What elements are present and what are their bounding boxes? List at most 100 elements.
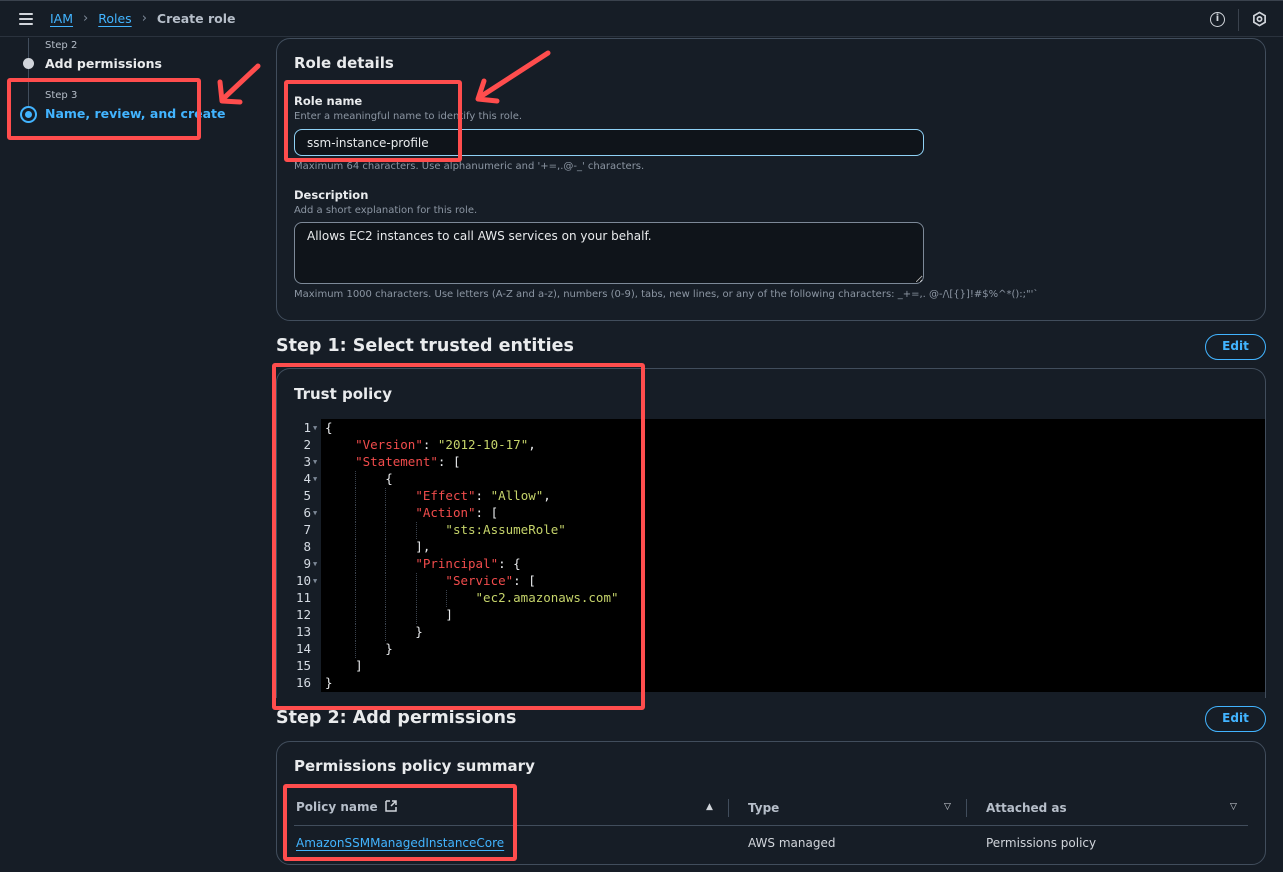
code-line: ] xyxy=(325,607,453,622)
line-number: 13 xyxy=(295,624,311,639)
role-name-constraint: Maximum 64 characters. Use alphanumeric … xyxy=(294,161,645,172)
role-name-input[interactable] xyxy=(294,129,924,156)
column-header-type[interactable]: Type xyxy=(748,801,779,815)
indent-guide xyxy=(385,607,387,624)
policy-name-header-label: Policy name xyxy=(296,800,378,814)
step1-heading: Step 1: Select trusted entities xyxy=(276,336,574,356)
role-name-description: Enter a meaningful name to identify this… xyxy=(294,111,523,122)
indent-guide xyxy=(385,624,387,641)
menu-icon[interactable] xyxy=(19,13,33,25)
breadcrumb-iam[interactable]: IAM xyxy=(50,11,73,26)
external-link-icon xyxy=(385,800,397,812)
indent-guide xyxy=(445,590,447,607)
indent-guide xyxy=(415,607,417,624)
line-number: 15 xyxy=(295,658,311,673)
line-number: 5 xyxy=(303,488,311,503)
line-number: 3 xyxy=(303,454,311,469)
column-header-attached-as[interactable]: Attached as xyxy=(986,801,1067,815)
line-number: 16 xyxy=(295,675,311,690)
code-line: ] xyxy=(325,658,363,673)
trust-policy-title: Trust policy xyxy=(294,385,392,403)
policy-type-cell: AWS managed xyxy=(748,836,836,850)
indent-guide xyxy=(355,505,357,522)
indent-guide xyxy=(385,556,387,573)
fold-toggle-icon[interactable]: ▼ xyxy=(313,458,317,466)
attached-as-cell: Permissions policy xyxy=(986,836,1097,850)
description-textarea[interactable]: Allows EC2 instances to call AWS service… xyxy=(294,222,924,284)
nav-step-3-label: Step 3 xyxy=(45,90,78,101)
chevron-right-icon: › xyxy=(83,11,89,26)
indent-guide xyxy=(415,573,417,590)
line-number: 10 xyxy=(295,573,311,588)
indent-guide xyxy=(355,624,357,641)
code-line: { xyxy=(325,420,333,435)
role-details-title: Role details xyxy=(294,54,394,72)
chevron-right-icon: › xyxy=(141,11,147,26)
breadcrumb-roles[interactable]: Roles xyxy=(98,11,131,26)
sort-icon[interactable]: ▽ xyxy=(944,802,951,812)
description-hint: Add a short explanation for this role. xyxy=(294,205,478,216)
description-label: Description xyxy=(294,188,369,202)
line-number: 12 xyxy=(295,607,311,622)
indent-guide xyxy=(385,590,387,607)
code-line: { xyxy=(325,471,393,486)
fold-toggle-icon[interactable]: ▼ xyxy=(313,509,317,517)
code-line: "Effect": "Allow", xyxy=(415,488,551,503)
code-line: "sts:AssumeRole" xyxy=(445,522,566,537)
info-icon[interactable]: i xyxy=(1210,12,1225,27)
line-number: 2 xyxy=(303,437,311,452)
nav-step-add-permissions[interactable]: Add permissions xyxy=(45,56,162,71)
step-active-dot-icon xyxy=(20,106,37,123)
indent-guide xyxy=(355,641,357,658)
column-header-policy-name[interactable]: Policy name xyxy=(296,800,397,814)
trust-policy-code-editor[interactable]: 1 ▼{2 "Version": "2012-10-17", 3 ▼ "Stateme… xyxy=(287,419,1265,692)
column-divider xyxy=(728,799,729,817)
code-line: "Action": [ xyxy=(415,505,499,520)
code-line: } xyxy=(325,641,393,656)
line-number: 8 xyxy=(303,539,311,554)
sort-ascending-icon[interactable]: ▲ xyxy=(706,802,713,812)
nav-step-name-review-create[interactable]: Name, review, and create xyxy=(45,106,225,121)
indent-guide xyxy=(355,556,357,573)
indent-guide xyxy=(355,573,357,590)
code-line: } xyxy=(325,624,423,639)
code-line: "Statement": [ xyxy=(355,454,461,469)
edit-step2-button[interactable]: Edit xyxy=(1205,706,1266,732)
line-number: 14 xyxy=(295,641,311,656)
indent-guide xyxy=(385,505,387,522)
policy-name-link[interactable]: AmazonSSMManagedInstanceCore xyxy=(296,836,504,850)
indent-guide xyxy=(385,522,387,539)
indent-guide xyxy=(355,590,357,607)
breadcrumb-current: Create role xyxy=(156,11,236,26)
fold-toggle-icon[interactable]: ▼ xyxy=(313,577,317,585)
indent-guide xyxy=(415,590,417,607)
indent-guide xyxy=(355,488,357,505)
step2-heading: Step 2: Add permissions xyxy=(276,708,517,728)
settings-icon[interactable] xyxy=(1252,11,1267,27)
fold-toggle-icon[interactable]: ▼ xyxy=(313,560,317,568)
code-line: "Service": [ xyxy=(445,573,536,588)
description-constraint: Maximum 1000 characters. Use letters (A-… xyxy=(294,289,1039,300)
indent-guide xyxy=(355,539,357,556)
line-number: 6 xyxy=(303,505,311,520)
line-number: 9 xyxy=(303,556,311,571)
edit-step1-button[interactable]: Edit xyxy=(1205,334,1266,360)
breadcrumb: IAM › Roles › Create role xyxy=(50,11,235,26)
fold-toggle-icon[interactable]: ▼ xyxy=(313,475,317,483)
indent-guide xyxy=(385,488,387,505)
code-line: } xyxy=(325,675,333,690)
line-number: 1 xyxy=(303,420,311,435)
code-line: ], xyxy=(325,539,431,554)
role-name-label: Role name xyxy=(294,94,363,108)
sort-icon[interactable]: ▽ xyxy=(1230,802,1237,812)
code-line: "ec2.amazonaws.com" xyxy=(475,590,619,605)
table-header-divider xyxy=(294,825,1248,826)
fold-toggle-icon[interactable]: ▼ xyxy=(313,424,317,432)
step-dot-icon xyxy=(23,58,34,69)
code-line: "Version": "2012-10-17", xyxy=(355,437,536,452)
indent-guide xyxy=(385,573,387,590)
indent-guide xyxy=(385,539,387,556)
divider xyxy=(1238,9,1239,31)
indent-guide xyxy=(355,607,357,624)
permissions-summary-title: Permissions policy summary xyxy=(294,757,535,775)
